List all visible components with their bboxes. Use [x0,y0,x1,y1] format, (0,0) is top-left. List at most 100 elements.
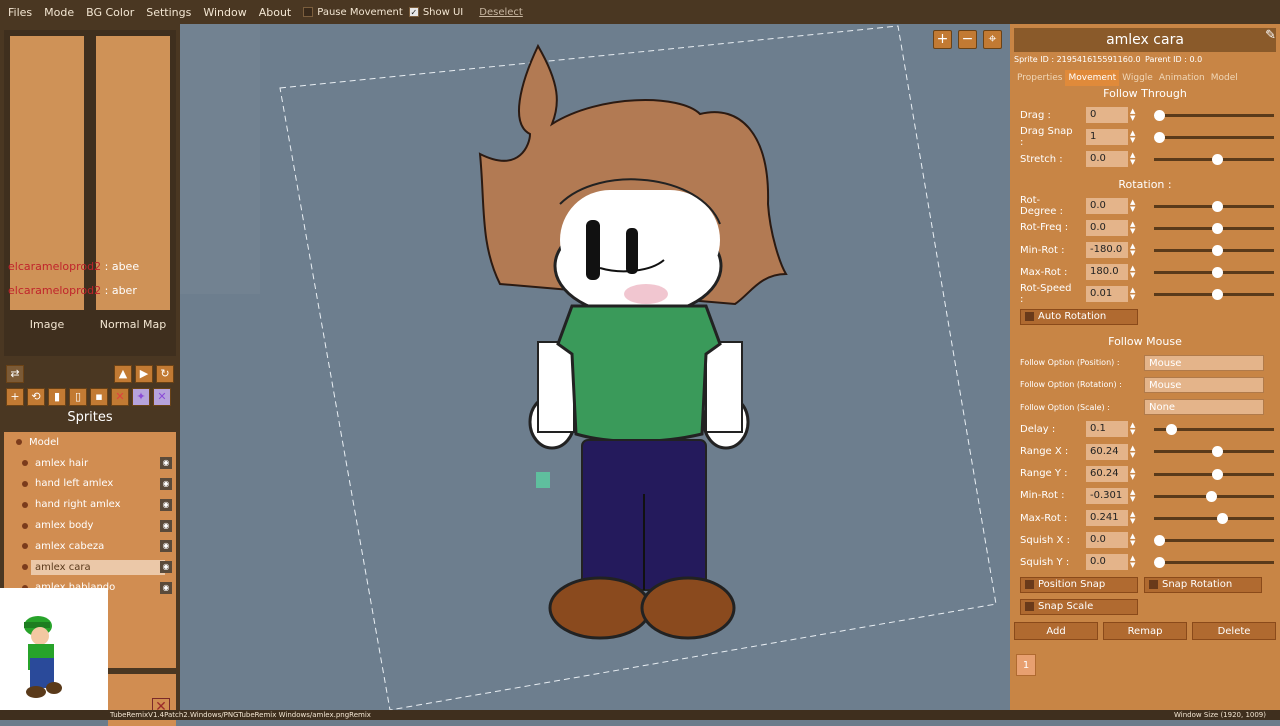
menu-bg-color[interactable]: BG Color [80,6,140,19]
spinner-icon[interactable]: ▲ ▼ [1130,152,1140,166]
slider-handle[interactable] [1165,424,1177,436]
property-slider[interactable] [1154,468,1274,480]
spinner-icon[interactable]: ▲ ▼ [1130,511,1140,525]
slider-handle[interactable] [1217,513,1229,524]
slider-handle[interactable] [1205,490,1217,502]
delete-button[interactable]: Delete [1192,622,1276,640]
property-slider[interactable] [1154,267,1274,279]
spinner-icon[interactable]: ▲ ▼ [1130,422,1140,436]
spinner-icon[interactable]: ▲ ▼ [1130,533,1140,547]
copy-icon[interactable]: ▯ [69,387,87,406]
property-value-input[interactable]: 0.0 [1086,219,1128,236]
remove-icon[interactable]: ✕ [111,387,129,406]
follow-option-select[interactable]: Mouse [1144,354,1264,371]
spinner-icon[interactable]: ▲ ▼ [1130,198,1140,213]
auto-rotation-toggle[interactable]: Auto Rotation [1020,308,1138,325]
visibility-icon[interactable]: ◉ [160,457,172,470]
menu-settings[interactable]: Settings [140,6,197,19]
sprite-item-cara[interactable]: amlex cara ◉ [4,557,176,578]
property-slider[interactable] [1154,289,1274,301]
sprite-item-hair[interactable]: amlex hair ◉ [4,453,176,474]
delete-normal-icon[interactable]: ✕ [153,387,171,406]
stage-canvas[interactable]: + − ⌖ [180,24,1010,710]
spinner-icon[interactable]: ▲ ▼ [1130,243,1140,257]
spinner-icon[interactable]: ▲ ▼ [1130,466,1140,481]
spinner-icon[interactable]: ▲ ▼ [1130,108,1140,122]
sprite-item-hand-left[interactable]: hand left amlex ◉ [4,474,176,495]
property-slider[interactable] [1154,244,1274,256]
follow-option-select[interactable]: Mouse [1144,376,1264,393]
property-value-input[interactable]: 0.0 [1086,554,1128,571]
replace-sprite-icon[interactable]: ⟲ [27,387,45,406]
property-slider[interactable] [1154,557,1274,569]
slider-handle[interactable] [1211,289,1223,301]
spinner-icon[interactable]: ▲ ▼ [1130,555,1140,569]
spinner-icon[interactable]: ▲ ▼ [1130,444,1140,459]
snap-rotation-toggle[interactable]: Snap Rotation [1144,576,1262,593]
property-value-input[interactable]: 0.0 [1086,197,1128,214]
follow-option-select[interactable]: None [1144,399,1264,416]
property-value-input[interactable]: 180.0 [1086,264,1128,281]
property-slider[interactable] [1154,154,1274,166]
sprite-item-hand-right[interactable]: hand right amlex ◉ [4,494,176,515]
show-ui-toggle[interactable]: ✓ Show UI [408,7,463,18]
visibility-icon[interactable]: ◉ [160,540,172,553]
layer-button[interactable]: 1 [1016,654,1036,676]
visibility-icon[interactable]: ◉ [160,561,172,574]
property-value-input[interactable]: 60.24 [1086,443,1128,460]
flip-horizontal-icon[interactable]: ▶ [135,364,153,383]
zoom-in-icon[interactable]: + [933,30,952,49]
property-slider[interactable] [1154,535,1274,547]
sprite-item-cabeza[interactable]: amlex cabeza ◉ [4,536,176,557]
visibility-icon[interactable]: ◉ [160,498,172,511]
remap-button[interactable]: Remap [1103,622,1187,640]
zoom-out-icon[interactable]: − [958,30,977,49]
menu-window[interactable]: Window [197,6,252,19]
spinner-icon[interactable]: ▲ ▼ [1130,220,1140,235]
slider-handle[interactable] [1211,267,1223,279]
spinner-icon[interactable]: ▲ ▼ [1130,488,1140,503]
trash-icon[interactable]: ▪ [90,387,108,406]
property-value-input[interactable]: 0 [1086,107,1128,124]
menu-files[interactable]: Files [2,6,38,19]
sprite-item-model[interactable]: Model [4,432,176,453]
recenter-icon[interactable]: ⌖ [983,30,1002,49]
property-value-input[interactable]: 0.0 [1086,151,1128,168]
visibility-icon[interactable]: ◉ [160,519,172,532]
slider-handle[interactable] [1154,557,1165,569]
property-slider[interactable] [1154,132,1274,144]
property-value-input[interactable]: -180.0 [1086,242,1128,259]
slider-handle[interactable] [1211,468,1223,480]
flip-vertical-icon[interactable]: ▲ [114,364,132,383]
property-slider[interactable] [1154,200,1274,212]
add-button[interactable]: Add [1014,622,1098,640]
property-slider[interactable] [1154,222,1274,234]
visibility-icon[interactable]: ◉ [160,581,172,594]
slider-handle[interactable] [1154,110,1165,121]
rotate-icon[interactable]: ↻ [156,364,174,383]
snap-scale-toggle[interactable]: Snap Scale [1020,598,1138,615]
property-slider[interactable] [1154,110,1274,121]
pause-movement-toggle[interactable]: Pause Movement [303,7,403,18]
menu-about[interactable]: About [253,6,298,19]
slider-handle[interactable] [1154,535,1165,547]
deselect-button[interactable]: Deselect [479,7,523,18]
link-icon[interactable]: ⇄ [6,364,24,383]
property-slider[interactable] [1154,424,1274,436]
slider-handle[interactable] [1211,200,1223,212]
property-value-input[interactable]: 60.24 [1086,465,1128,482]
property-value-input[interactable]: 0.0 [1086,532,1128,549]
property-value-input[interactable]: 1 [1086,129,1128,146]
spinner-icon[interactable]: ▲ ▼ [1130,265,1140,279]
slider-handle[interactable] [1154,132,1165,144]
position-snap-toggle[interactable]: Position Snap [1020,576,1138,593]
rename-icon[interactable]: ✎ [1265,28,1276,43]
property-value-input[interactable]: 0.1 [1086,421,1128,438]
property-value-input[interactable]: 0.241 [1086,510,1128,527]
add-sprite-icon[interactable]: + [6,387,24,406]
slider-handle[interactable] [1211,222,1223,234]
property-value-input[interactable]: 0.01 [1086,286,1128,303]
clear-normal-icon[interactable]: ✦ [132,387,150,406]
property-value-input[interactable]: -0.301 [1086,487,1128,504]
property-slider[interactable] [1154,446,1274,458]
